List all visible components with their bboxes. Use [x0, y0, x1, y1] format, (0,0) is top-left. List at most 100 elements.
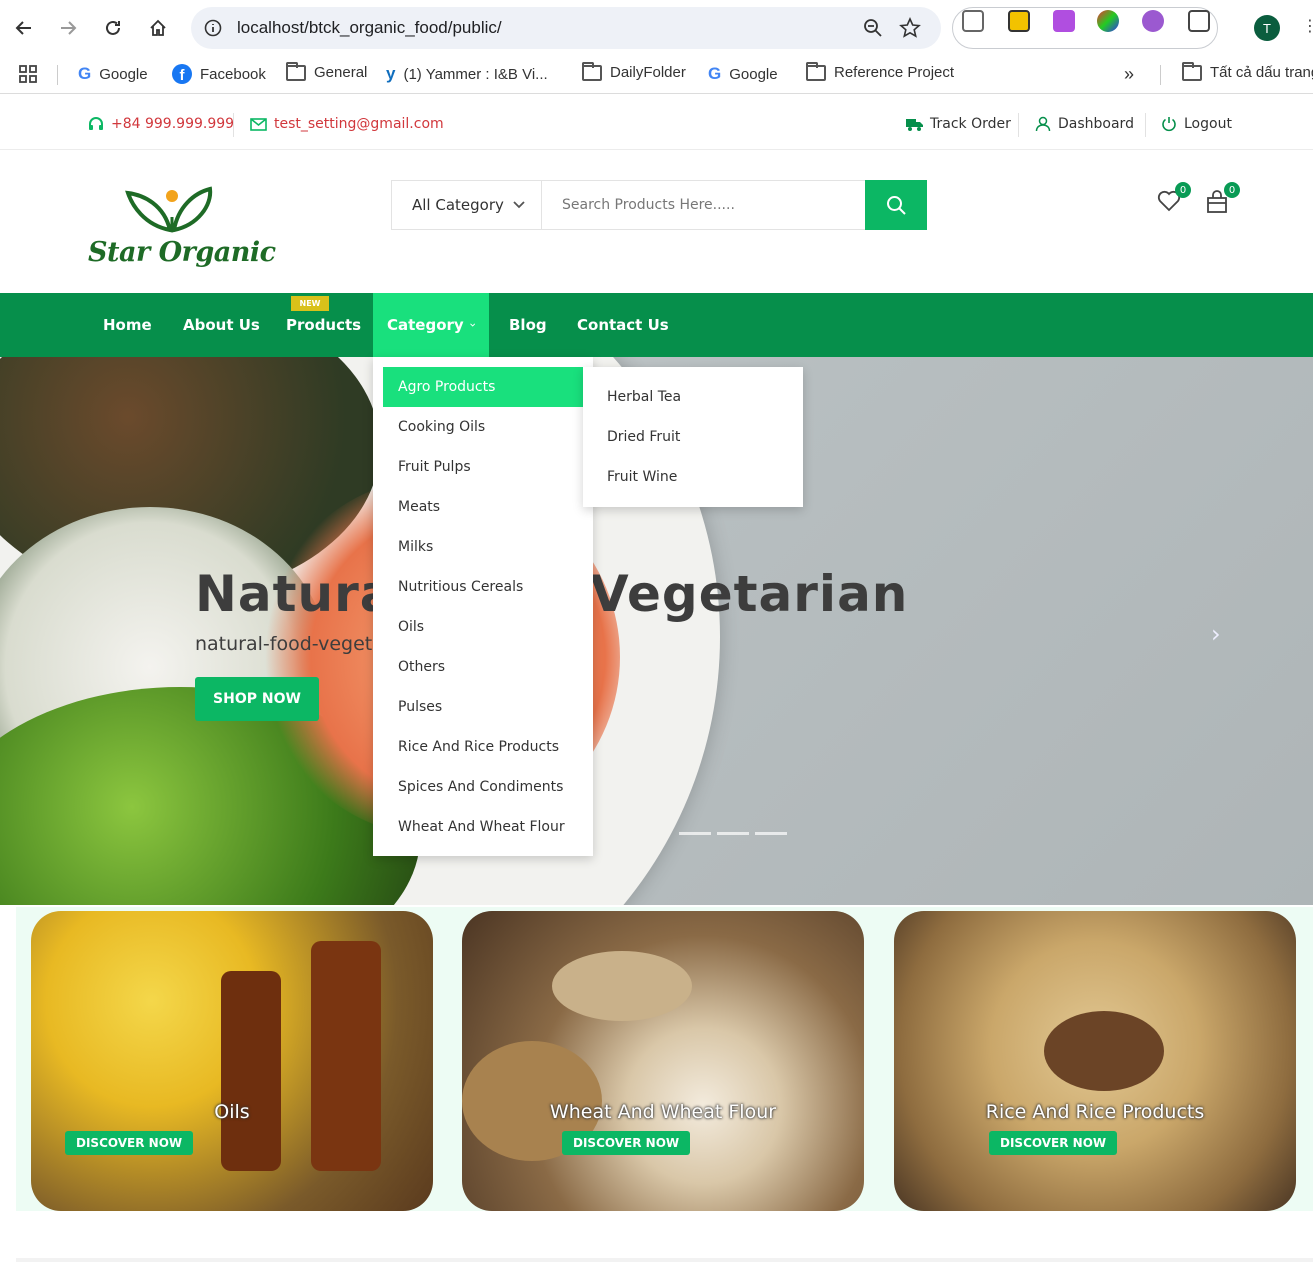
- chevron-down-icon: [513, 201, 525, 209]
- extension-color-icon[interactable]: [1097, 10, 1119, 32]
- search-icon: [887, 196, 906, 215]
- folder-icon: [1182, 61, 1202, 81]
- extension-brain-icon[interactable]: [1142, 10, 1164, 32]
- zoom-icon[interactable]: [863, 18, 883, 42]
- oats-bowl-image: [552, 951, 692, 1021]
- bookmark-separator: [1160, 65, 1161, 85]
- category-card-title: Rice And Rice Products: [985, 1101, 1205, 1123]
- user-icon: [1035, 116, 1051, 132]
- home-button[interactable]: [144, 14, 172, 42]
- wishlist-button[interactable]: 0: [1157, 182, 1191, 216]
- category-item-others[interactable]: Others: [383, 647, 583, 687]
- forward-arrow-icon: [61, 21, 77, 35]
- discover-now-button[interactable]: DISCOVER NOW: [562, 1131, 691, 1155]
- category-item-pulses[interactable]: Pulses: [383, 687, 583, 727]
- track-order-link[interactable]: Track Order: [906, 116, 1011, 132]
- bookmark-label: Tất cả dấu trang: [1210, 64, 1313, 81]
- nav-home[interactable]: Home: [103, 293, 152, 357]
- category-card-title: Wheat And Wheat Flour: [549, 1101, 777, 1123]
- category-card-oils[interactable]: Oils DISCOVER NOW: [31, 911, 433, 1211]
- more-bookmarks-chevron-icon[interactable]: »: [1124, 64, 1134, 85]
- shop-now-button[interactable]: SHOP NOW: [195, 677, 319, 721]
- contact-phone[interactable]: +84 999.999.999: [88, 116, 234, 132]
- bookmark-google-2[interactable]: G Google: [708, 64, 778, 84]
- oil-bottle-image: [311, 941, 381, 1171]
- headset-icon: [89, 117, 103, 130]
- subcategory-fruit-wine[interactable]: Fruit Wine: [583, 457, 803, 497]
- extension-folder-icon[interactable]: [1008, 10, 1030, 32]
- topbar-separator: [233, 113, 234, 137]
- category-item-milks[interactable]: Milks: [383, 527, 583, 567]
- extension-grid-icon[interactable]: [1053, 10, 1075, 32]
- topbar-separator: [1018, 113, 1019, 137]
- topbar-separator: [1145, 113, 1146, 137]
- search-input[interactable]: [542, 181, 865, 229]
- site-logo[interactable]: Star Organic: [88, 185, 276, 275]
- nav-contact[interactable]: Contact Us: [577, 293, 669, 357]
- bookmark-label: Google: [99, 65, 148, 83]
- folder-icon: [582, 61, 602, 81]
- subcategory-herbal-tea[interactable]: Herbal Tea: [583, 377, 803, 417]
- category-item-wheat[interactable]: Wheat And Wheat Flour: [383, 807, 583, 847]
- category-submenu: Herbal Tea Dried Fruit Fruit Wine: [583, 367, 803, 507]
- chevron-down-icon: [469, 323, 475, 327]
- subcategory-dried-fruit[interactable]: Dried Fruit: [583, 417, 803, 457]
- category-card-wheat[interactable]: Wheat And Wheat Flour DISCOVER NOW: [462, 911, 864, 1211]
- nav-about[interactable]: About Us: [183, 293, 260, 357]
- category-card-rice[interactable]: Rice And Rice Products DISCOVER NOW: [894, 911, 1296, 1211]
- yammer-icon: y: [386, 64, 396, 83]
- logout-link[interactable]: Logout: [1161, 116, 1232, 132]
- site-info-icon[interactable]: [203, 18, 223, 38]
- wishlist-count-badge: 0: [1175, 182, 1191, 198]
- discover-now-button[interactable]: DISCOVER NOW: [989, 1131, 1118, 1155]
- bookmark-reference-project[interactable]: Reference Project: [806, 61, 954, 81]
- cart-button[interactable]: 0: [1206, 182, 1240, 216]
- category-item-meats[interactable]: Meats: [383, 487, 583, 527]
- reload-button[interactable]: [99, 14, 127, 42]
- bookmark-dailyfolder[interactable]: DailyFolder: [582, 61, 686, 81]
- nav-blog[interactable]: Blog: [509, 293, 547, 357]
- profile-avatar[interactable]: T: [1254, 15, 1280, 41]
- cart-count-badge: 0: [1224, 182, 1240, 198]
- category-item-agro-products[interactable]: Agro Products: [383, 367, 583, 407]
- bookmark-general[interactable]: General: [286, 61, 367, 81]
- slider-next-icon[interactable]: ›: [1211, 620, 1221, 648]
- category-item-oils[interactable]: Oils: [383, 607, 583, 647]
- extensions-puzzle-icon[interactable]: [1188, 10, 1210, 32]
- slider-dot[interactable]: [755, 832, 787, 835]
- bookmark-facebook[interactable]: f Facebook: [172, 64, 266, 84]
- bookmark-yammer[interactable]: y (1) Yammer : I&B Vi...: [386, 64, 548, 84]
- category-item-fruit-pulps[interactable]: Fruit Pulps: [383, 447, 583, 487]
- bookmark-star-icon[interactable]: [899, 17, 921, 43]
- slider-dot[interactable]: [679, 832, 711, 835]
- contact-email[interactable]: test_setting@gmail.com: [250, 116, 444, 132]
- nav-category[interactable]: Category: [373, 293, 489, 357]
- reload-icon: [106, 20, 120, 35]
- nav-category-label: Category: [387, 316, 464, 334]
- address-bar[interactable]: localhost/btck_organic_food/public/: [191, 7, 941, 49]
- slider-dot[interactable]: [717, 832, 749, 835]
- dashboard-link[interactable]: Dashboard: [1035, 116, 1134, 132]
- back-button[interactable]: [10, 14, 38, 42]
- url-text[interactable]: localhost/btck_organic_food/public/: [237, 18, 502, 38]
- category-item-nutritious-cereals[interactable]: Nutritious Cereals: [383, 567, 583, 607]
- category-select[interactable]: All Category: [392, 181, 542, 229]
- bookmark-google-1[interactable]: G Google: [78, 64, 148, 84]
- category-item-rice[interactable]: Rice And Rice Products: [383, 727, 583, 767]
- forward-button[interactable]: [54, 14, 82, 42]
- discover-now-button[interactable]: DISCOVER NOW: [65, 1131, 194, 1155]
- wooden-spoon-image: [1044, 1011, 1164, 1091]
- track-order-label: Track Order: [930, 116, 1011, 132]
- dashboard-label: Dashboard: [1058, 116, 1134, 132]
- home-icon: [150, 19, 166, 36]
- extension-screen-icon[interactable]: [962, 10, 984, 32]
- site-topbar: +84 999.999.999 test_setting@gmail.com T…: [0, 100, 1313, 150]
- apps-grid-icon[interactable]: [18, 64, 38, 84]
- logout-label: Logout: [1184, 116, 1232, 132]
- search-button[interactable]: [865, 180, 927, 230]
- bookmark-all-bookmarks[interactable]: Tất cả dấu trang: [1182, 61, 1313, 81]
- browser-menu-icon[interactable]: ⋮: [1302, 16, 1313, 35]
- category-item-cooking-oils[interactable]: Cooking Oils: [383, 407, 583, 447]
- category-item-spices[interactable]: Spices And Condiments: [383, 767, 583, 807]
- facebook-icon: f: [172, 64, 192, 84]
